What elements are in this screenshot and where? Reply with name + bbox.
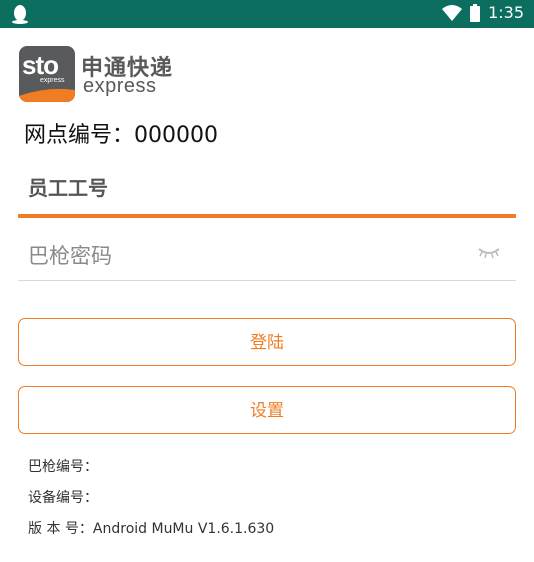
status-time: 1:35 — [488, 3, 524, 22]
password-field[interactable]: 巴枪密码 — [18, 228, 516, 281]
version-value: Android MuMu V1.6.1.630 — [92, 521, 275, 537]
version-row: 版 本 号：Android MuMu V1.6.1.630 — [28, 518, 274, 538]
site-number-value: 000000 — [134, 123, 218, 148]
version-label: 版 本 号： — [28, 521, 93, 537]
status-bar: 1:35 — [0, 0, 534, 28]
device-number-label: 设备编号： — [28, 490, 98, 506]
qq-penguin-icon — [12, 5, 28, 24]
site-number: 网点编号：000000 — [24, 117, 218, 149]
eye-closed-icon[interactable] — [478, 246, 500, 260]
scanner-number-label: 巴枪编号： — [28, 459, 98, 475]
site-number-label: 网点编号： — [24, 123, 135, 148]
battery-icon — [470, 3, 481, 22]
logo-swoosh — [19, 88, 75, 102]
employee-id-placeholder: 员工工号 — [28, 176, 108, 200]
password-placeholder: 巴枪密码 — [28, 244, 112, 268]
settings-button[interactable]: 设置 — [18, 386, 516, 434]
logo-en-name: express — [83, 75, 157, 97]
login-button[interactable]: 登陆 — [18, 318, 516, 366]
employee-id-field[interactable]: 员工工号 — [18, 168, 516, 218]
logo-badge: sto express — [19, 46, 75, 102]
sto-logo: sto express 申通快递 express — [19, 46, 189, 104]
wifi-icon — [442, 4, 463, 21]
logo-badge-subtext: express — [40, 77, 65, 84]
status-right: 1:35 — [442, 3, 524, 22]
